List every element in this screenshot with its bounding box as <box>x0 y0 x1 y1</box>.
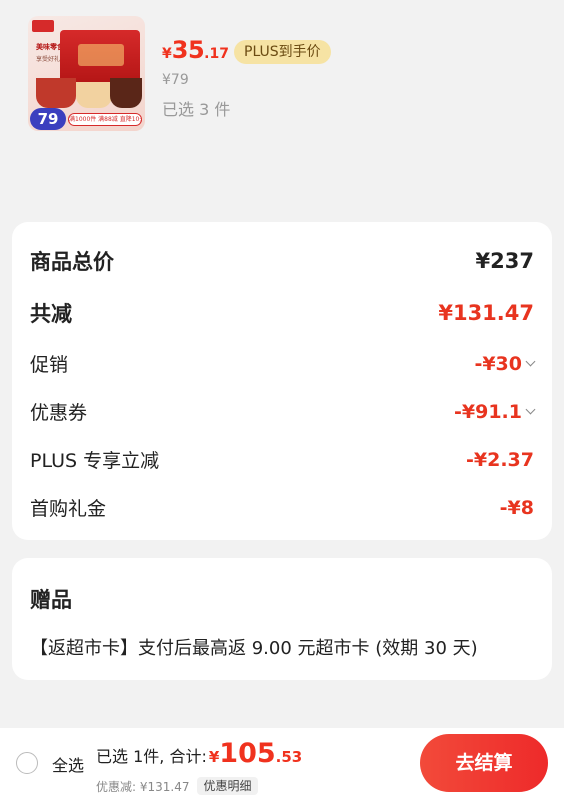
coupon-row[interactable]: 优惠券 -¥91.1 <box>30 398 536 425</box>
first-purchase-row: 首购礼金 -¥8 <box>30 494 534 521</box>
total-price-row: 商品总价 ¥237 <box>30 246 534 276</box>
gift-card: 赠品 【返超市卡】支付后最高返 9.00 元超市卡 (效期 30 天) <box>12 558 552 680</box>
sum-integer: 105 <box>219 738 276 769</box>
promo-value: -¥30 <box>474 352 522 375</box>
product-price: ¥ 35 .17 <box>162 36 229 64</box>
first-purchase-value: -¥8 <box>499 496 534 519</box>
chevron-down-icon[interactable] <box>525 356 536 367</box>
chevron-down-icon[interactable] <box>525 404 536 415</box>
promo-value-wrap: -¥30 <box>474 352 536 375</box>
image-promo-strip: 满1000件 满88减 直降10元 <box>68 113 142 126</box>
total-reduce-row: 共减 ¥131.47 <box>30 298 534 328</box>
total-reduce-value: ¥131.47 <box>438 301 534 325</box>
discount-text: 优惠减: ¥131.47 <box>96 779 190 794</box>
price-summary-card: 商品总价 ¥237 共减 ¥131.47 促销 -¥30 优惠券 -¥91.1 … <box>12 222 552 540</box>
image-price-badge: 79 <box>30 108 66 130</box>
discount-detail-button[interactable]: 优惠明细 <box>197 777 258 795</box>
coupon-value-wrap: -¥91.1 <box>454 400 536 423</box>
price-symbol: ¥ <box>162 46 172 62</box>
discount-line: 优惠减: ¥131.47 优惠明细 <box>96 777 258 795</box>
price-integer: 35 <box>171 36 205 64</box>
selected-count: 已选 3 件 <box>162 100 231 119</box>
plus-reduce-value: -¥2.37 <box>466 448 534 471</box>
total-price-label: 商品总价 <box>30 250 114 274</box>
sum-label: 已选 1件, 合计: <box>96 747 207 766</box>
checkout-bar: 全选 已选 1件, 合计: ¥ 105 .53 优惠减: ¥131.47 优惠明… <box>0 728 564 800</box>
snack-cup-illustration <box>76 82 112 108</box>
first-purchase-label: 首购礼金 <box>30 498 107 520</box>
snack-cup-illustration <box>110 78 142 108</box>
gift-title: 赠品 <box>30 588 72 612</box>
original-price: ¥79 <box>162 72 189 88</box>
plus-reduce-row: PLUS 专享立减 -¥2.37 <box>30 446 534 473</box>
plus-price-tag: PLUS到手价 <box>234 40 331 64</box>
total-reduce-label: 共减 <box>30 302 72 326</box>
plus-reduce-label: PLUS 专享立减 <box>30 450 160 472</box>
sum-line: 已选 1件, 合计: ¥ 105 .53 <box>96 738 302 769</box>
sum-decimal: .53 <box>275 748 303 766</box>
coupon-label: 优惠券 <box>30 402 88 424</box>
promo-row[interactable]: 促销 -¥30 <box>30 350 536 377</box>
image-label-sub: 享受好礼 <box>36 56 61 63</box>
total-price-value: ¥237 <box>475 249 534 273</box>
gift-description: 【返超市卡】支付后最高返 9.00 元超市卡 (效期 30 天) <box>30 638 478 659</box>
checkout-button[interactable]: 去结算 <box>420 734 548 792</box>
select-all-radio[interactable] <box>16 752 38 774</box>
promo-label: 促销 <box>30 354 69 376</box>
product-image[interactable]: 美味零食 享受好礼 79 满1000件 满88减 直降10元 <box>28 16 145 131</box>
sum-symbol: ¥ <box>208 748 220 766</box>
select-all-label[interactable]: 全选 <box>52 752 84 776</box>
product-section: 美味零食 享受好礼 79 满1000件 满88减 直降10元 ¥ 35 .17 … <box>0 0 564 200</box>
coupon-value: -¥91.1 <box>454 400 522 423</box>
gift-box-illustration <box>60 30 140 82</box>
price-decimal: .17 <box>204 46 229 62</box>
snack-cup-illustration <box>36 78 76 108</box>
brand-logo <box>32 20 54 32</box>
